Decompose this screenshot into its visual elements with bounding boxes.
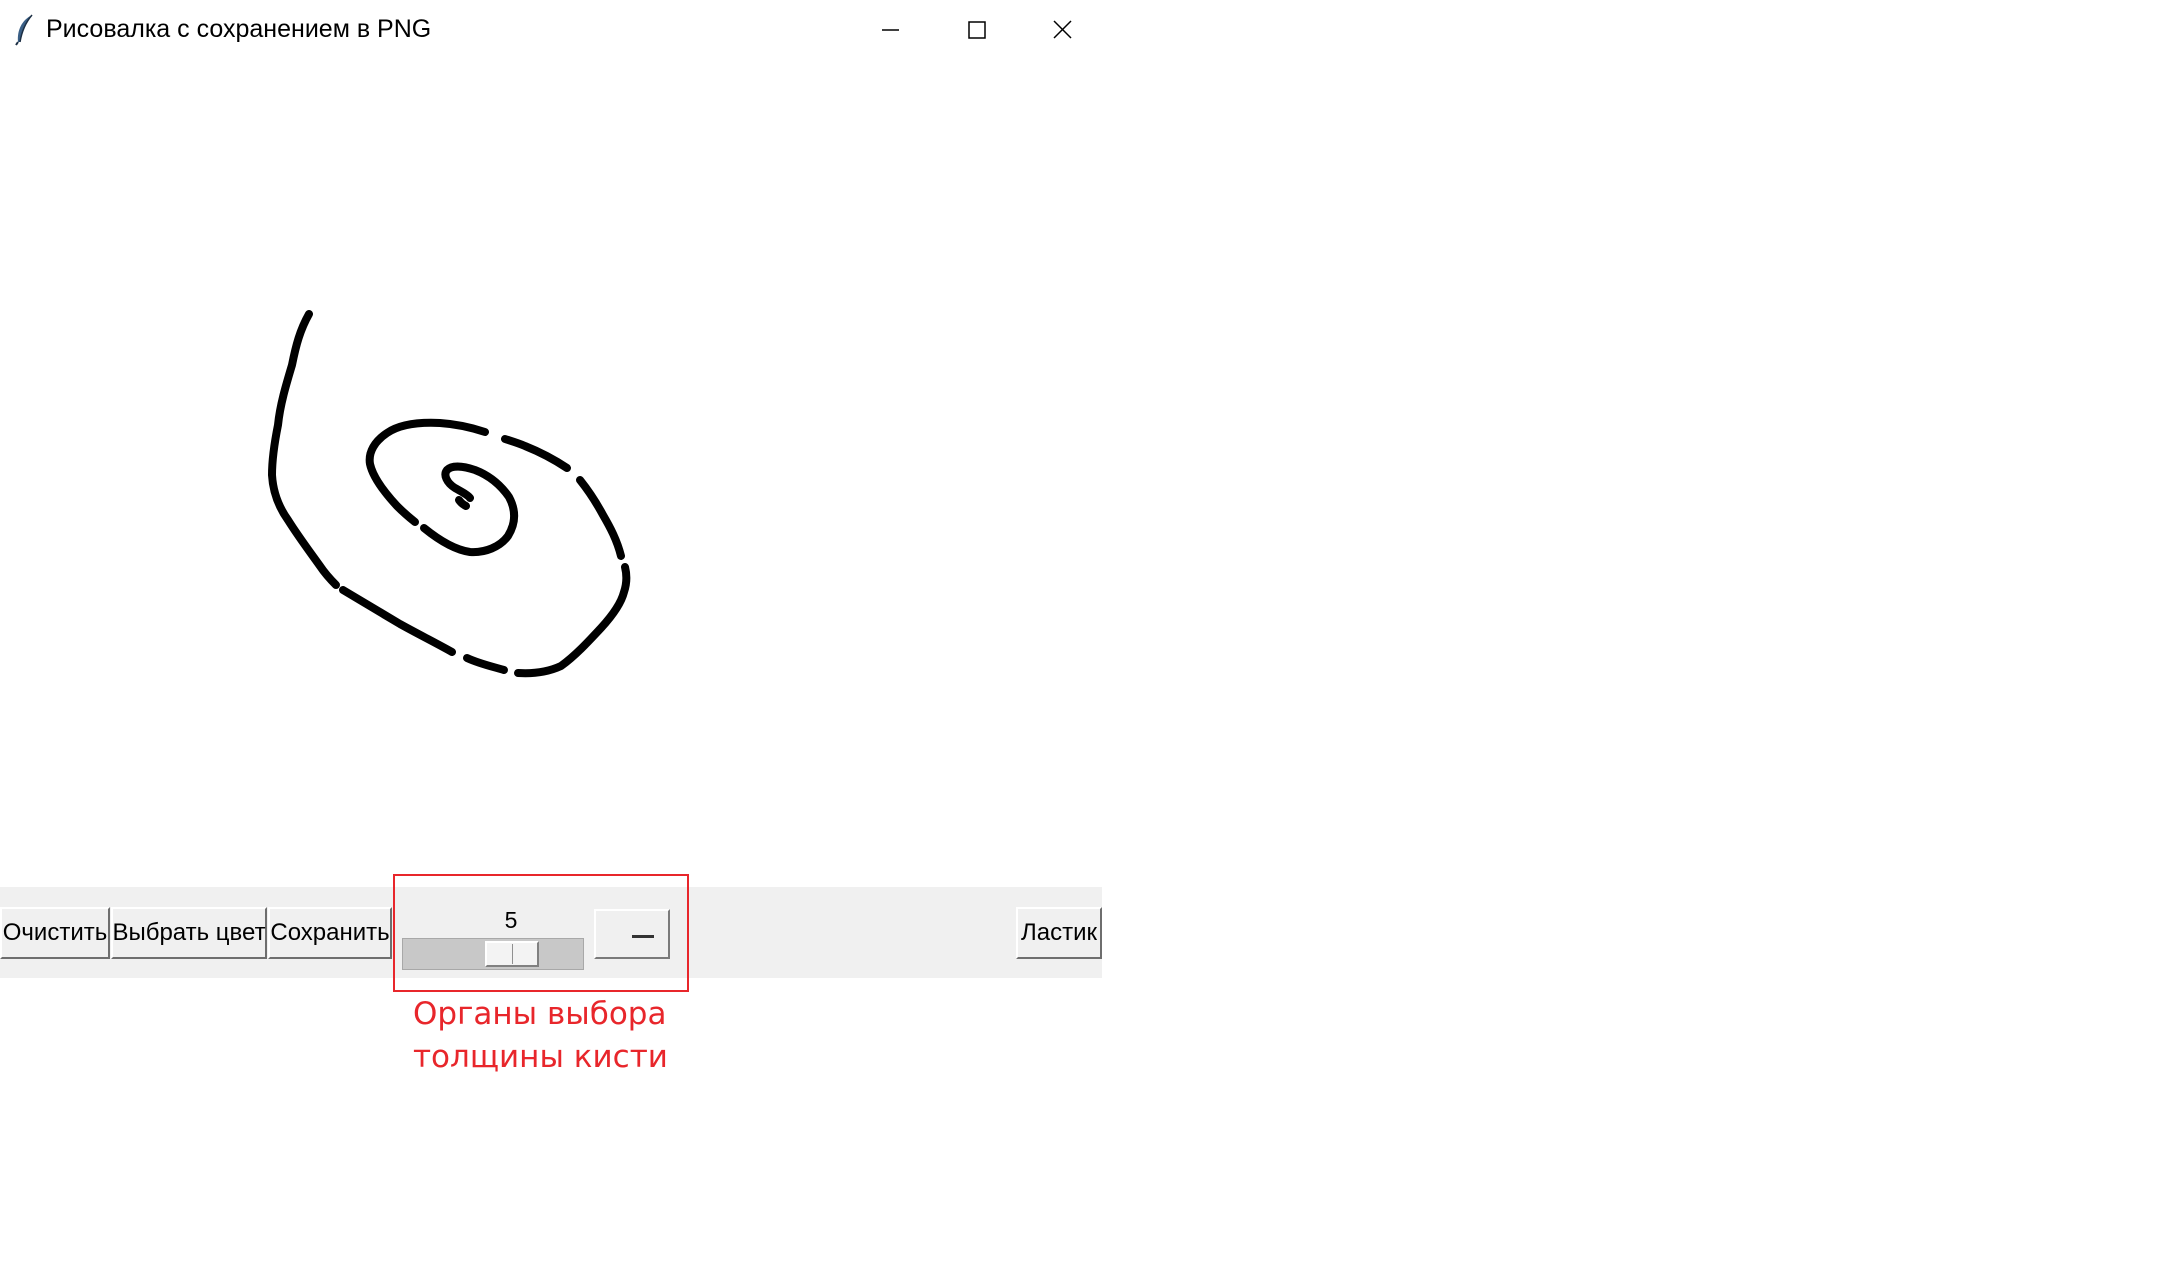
annotation-label: Органы выбора толщины кисти <box>413 993 733 1079</box>
brush-size-highlight-frame <box>393 874 689 992</box>
stroke-segment <box>501 435 571 472</box>
title-bar[interactable]: Рисовалка с сохранением в PNG <box>0 0 1102 63</box>
annotation-line-1: Органы выбора <box>413 996 667 1032</box>
window-title: Рисовалка с сохранением в PNG <box>46 15 432 43</box>
save-button[interactable]: Сохранить <box>268 907 392 959</box>
stroke-segment <box>463 654 508 674</box>
feather-icon <box>15 14 33 46</box>
clear-button[interactable]: Очистить <box>0 907 110 959</box>
stroke-segment <box>339 586 456 656</box>
drawing-canvas[interactable] <box>0 62 1102 887</box>
close-icon <box>1053 20 1072 39</box>
stroke-segment <box>420 462 519 557</box>
stroke-segment <box>268 310 340 589</box>
spiral-drawing <box>268 310 631 678</box>
choose-color-button[interactable]: Выбрать цвет <box>111 907 267 959</box>
maximize-button[interactable] <box>934 0 1022 60</box>
stroke-segment <box>455 496 470 510</box>
maximize-icon <box>968 21 986 39</box>
minimize-icon <box>882 29 899 31</box>
app-window: Рисовалка с сохранением в PNG Очистить В… <box>0 0 1102 978</box>
minimize-button[interactable] <box>846 0 934 60</box>
eraser-button[interactable]: Ластик <box>1016 907 1102 959</box>
close-button[interactable] <box>1022 0 1102 60</box>
stroke-segment <box>576 476 625 560</box>
annotation-line-2: толщины кисти <box>413 1039 668 1075</box>
stroke-segment <box>514 563 631 678</box>
